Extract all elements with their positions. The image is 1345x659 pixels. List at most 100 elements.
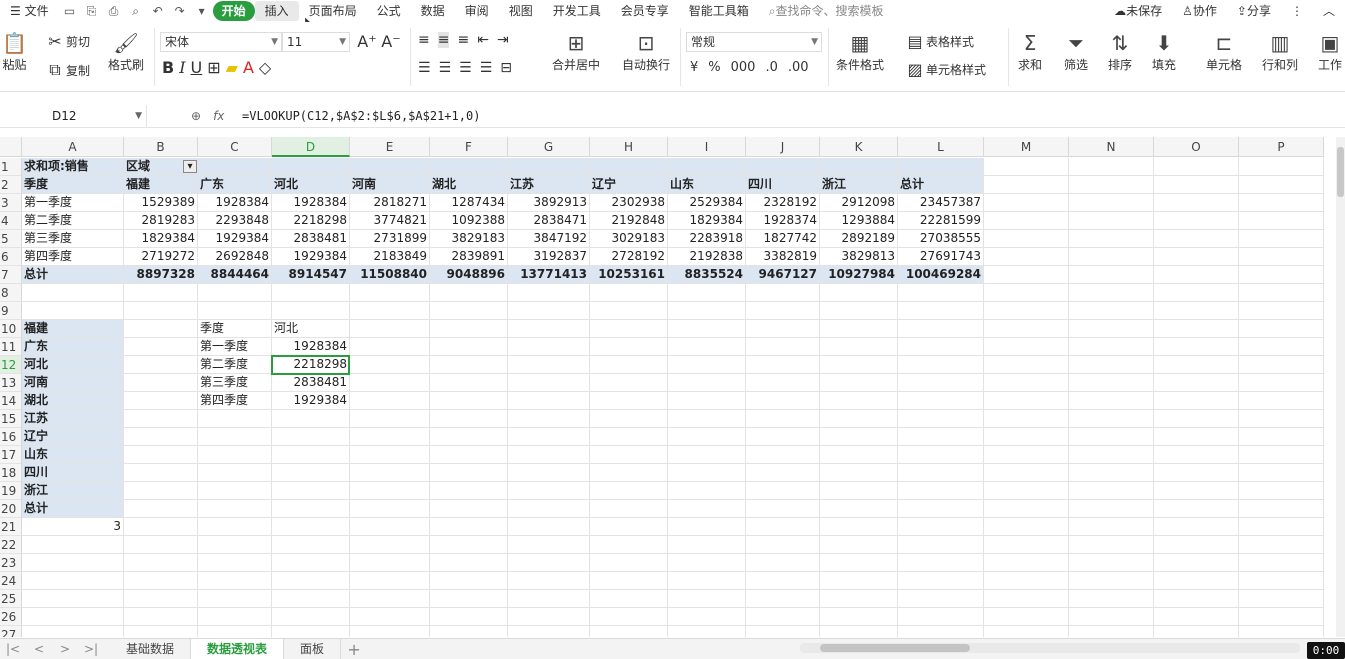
grid-cell[interactable] [984,392,1069,410]
pivot-value[interactable]: 2192848 [590,212,668,230]
format-painter-button[interactable]: 🖌 格式刷 [108,30,144,73]
pivot-value[interactable]: 2293848 [198,212,272,230]
column-header-j[interactable]: J [746,137,820,157]
distribute-icon[interactable]: ⊟ [500,60,512,76]
name-box[interactable]: D12 ▼ [0,104,147,127]
grid-cell[interactable] [1239,590,1324,608]
pivot-value[interactable]: 1092388 [430,212,508,230]
pivot-total-value[interactable]: 10927984 [820,266,898,284]
pivot-value[interactable]: 1929384 [272,248,350,266]
grid-cell[interactable] [350,536,430,554]
grid-cell[interactable] [746,428,820,446]
grid-cell[interactable] [1239,320,1324,338]
pivot-value[interactable]: 2838471 [508,212,590,230]
grid-cell[interactable] [198,410,272,428]
grid-cell[interactable] [746,518,820,536]
grid-cell[interactable] [430,428,508,446]
grid-cell[interactable] [898,302,984,320]
grid-cell[interactable] [272,482,350,500]
sum-button[interactable]: Σ 求和 [1018,30,1042,73]
row-header-4[interactable]: 4 [0,212,22,230]
pivot-value[interactable]: 2839891 [430,248,508,266]
grid-cell[interactable] [1239,428,1324,446]
pivot-value[interactable]: 27691743 [898,248,984,266]
scrollbar-thumb[interactable] [820,644,970,652]
undo-icon[interactable]: ↶ [151,4,165,18]
pivot-total-value[interactable]: 9048896 [430,266,508,284]
tab-data[interactable]: 数据 [411,1,455,21]
grid-cell[interactable] [124,518,198,536]
grid-cell[interactable] [1154,626,1239,637]
grid-cell[interactable] [1239,230,1324,248]
grid-cell[interactable] [668,356,746,374]
grid-cell[interactable] [22,608,124,626]
row-header-25[interactable]: 25 [0,590,22,608]
grid-cell[interactable] [350,374,430,392]
grid-cell[interactable] [746,374,820,392]
justify-icon[interactable]: ☰ [480,60,493,76]
percent-icon[interactable]: % [708,60,720,75]
grid-cell[interactable] [590,446,668,464]
pivot-value[interactable]: 2692848 [198,248,272,266]
grid-cell[interactable] [1154,518,1239,536]
grid-cell[interactable] [1154,428,1239,446]
pivot-value[interactable]: 2328192 [746,194,820,212]
grid-cell[interactable] [1239,482,1324,500]
grid-cell[interactable] [1239,374,1324,392]
grid-cell[interactable] [746,446,820,464]
grid-cell[interactable] [22,626,124,637]
pivot-total-value[interactable]: 8897328 [124,266,198,284]
clear-icon[interactable]: ◇ [259,58,271,77]
grid-cell[interactable] [746,392,820,410]
grid-cell[interactable] [1069,410,1154,428]
grid-cell[interactable] [1239,158,1324,176]
row-header-2[interactable]: 2 [0,176,22,194]
row-header-18[interactable]: 18 [0,464,22,482]
grid-cell[interactable] [430,338,508,356]
grid-cell[interactable] [272,536,350,554]
grid-cell[interactable] [668,302,746,320]
grid-cell[interactable] [1154,302,1239,320]
pivot-value[interactable]: 1529389 [124,194,198,212]
region-list-item[interactable]: 福建 [22,320,124,338]
grid-cell[interactable] [668,410,746,428]
sheet-tab-pivot[interactable]: 数据透视表 [191,639,285,659]
column-header-o[interactable]: O [1154,137,1239,157]
grid-cell[interactable] [984,284,1069,302]
pivot-value[interactable]: 2302938 [590,194,668,212]
grid-cell[interactable] [350,626,430,637]
grid-cell[interactable] [124,428,198,446]
grid-cell[interactable] [272,626,350,637]
indent-decrease-icon[interactable]: ⇤ [477,32,489,48]
row-header-1[interactable]: 1 [0,158,22,176]
column-header-k[interactable]: K [820,137,898,157]
table-style-button[interactable]: ▤ 表格样式 [904,32,974,51]
grid-cell[interactable] [124,482,198,500]
row-header-8[interactable]: 8 [0,284,22,302]
grid-cell[interactable] [1154,608,1239,626]
grid-cell[interactable] [746,572,820,590]
row-header-15[interactable]: 15 [0,410,22,428]
row-header-26[interactable]: 26 [0,608,22,626]
align-middle-icon[interactable]: ≡ [437,32,450,48]
grid-cell[interactable] [590,410,668,428]
paste-button[interactable]: 📋 粘贴 [2,30,27,73]
row-header-12[interactable]: 12 [0,356,22,374]
column-header-c[interactable]: C [198,137,272,157]
grid-cell[interactable] [984,464,1069,482]
redo-icon[interactable]: ↷ [173,4,187,18]
grid-cell[interactable] [350,590,430,608]
border-icon[interactable]: ⊞ [207,58,220,77]
zoom-icon[interactable]: ⊕ [191,109,201,123]
currency-icon[interactable]: ¥ [690,60,698,75]
pivot-value[interactable]: 2838481 [272,230,350,248]
grid-cell[interactable] [668,590,746,608]
grid-cell[interactable] [668,482,746,500]
copy-button[interactable]: ⧉ 复制 [44,60,90,80]
first-sheet-icon[interactable]: |< [0,642,26,656]
indent-increase-icon[interactable]: ⇥ [497,32,509,48]
vertical-scrollbar[interactable] [1336,137,1345,637]
pivot-total-value[interactable]: 8914547 [272,266,350,284]
grid-cell[interactable] [898,464,984,482]
grid-cell[interactable] [984,626,1069,637]
